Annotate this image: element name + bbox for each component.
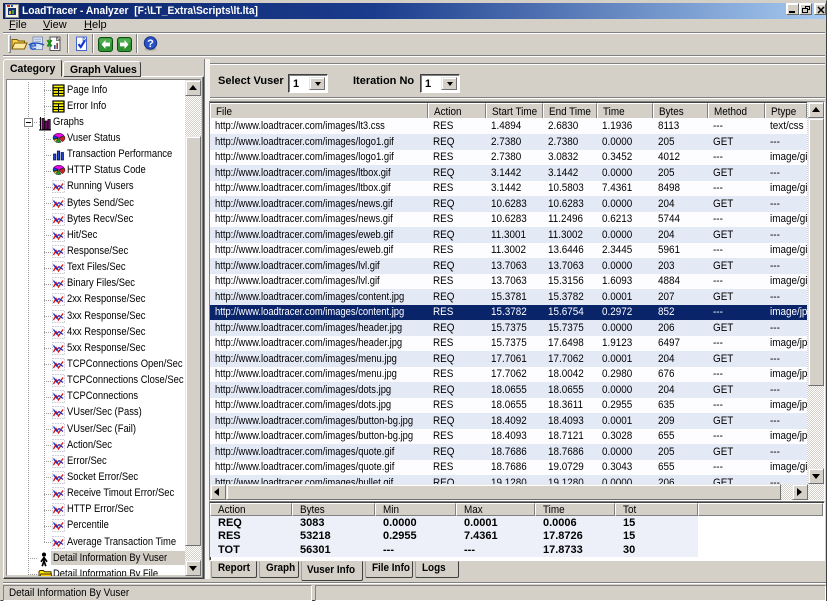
svg-text:?: ? bbox=[147, 38, 154, 50]
